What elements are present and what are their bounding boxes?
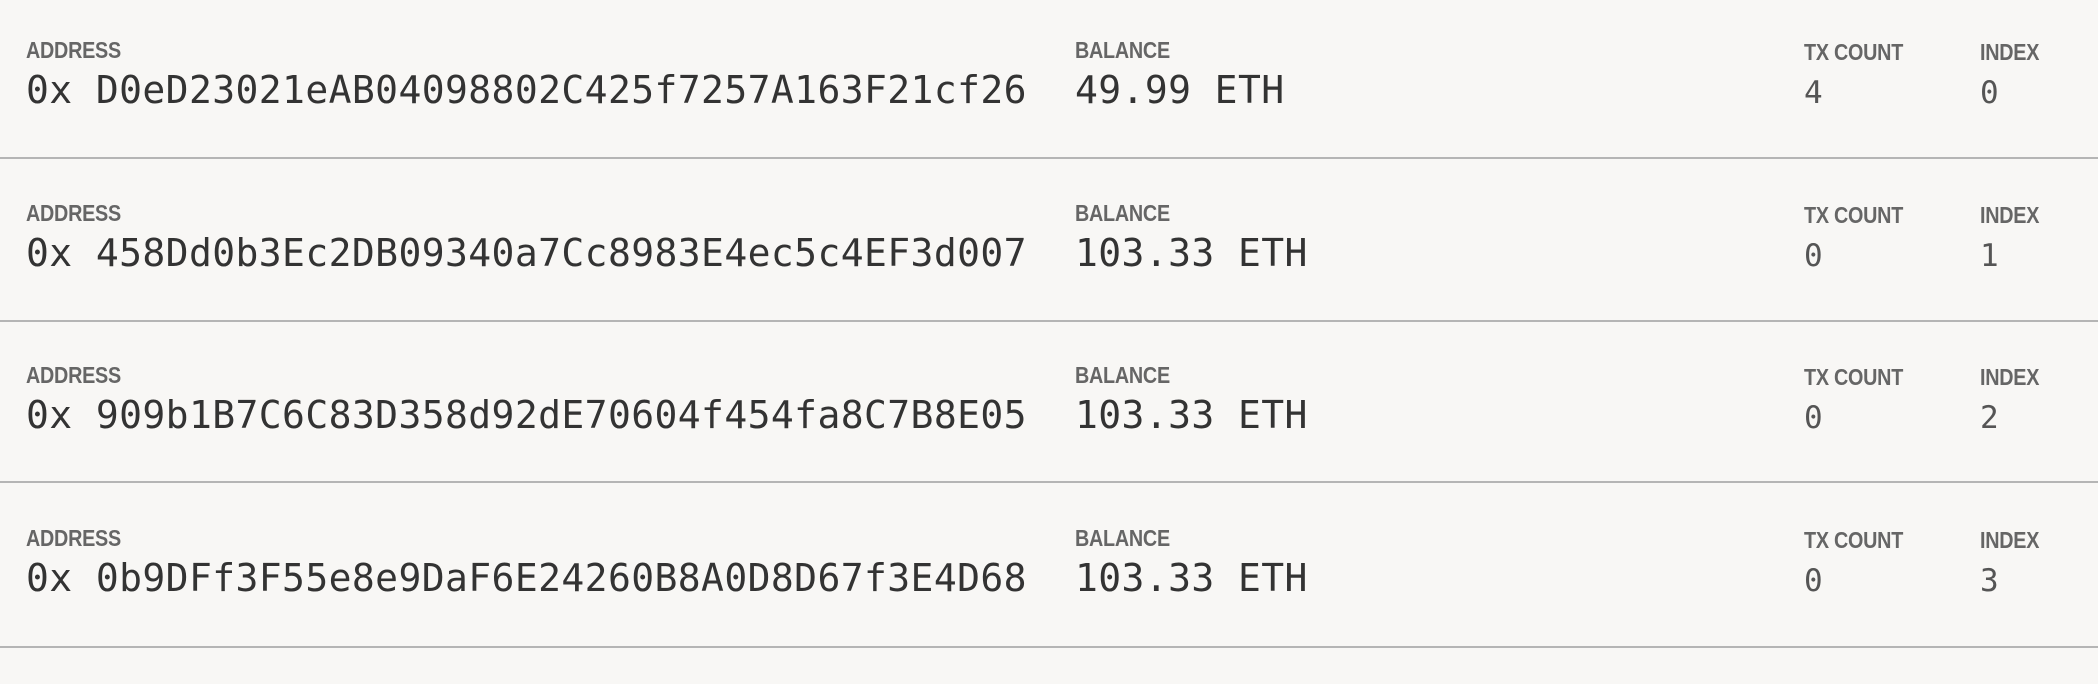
tx-count-value: 0: [1804, 563, 1823, 599]
address-value: 0x 0b9DFf3F55e8e9DaF6E24260B8A0D8D67f3E4…: [26, 556, 1027, 600]
index-value: 3: [1980, 563, 1999, 599]
balance-value: 103.33 ETH: [1075, 556, 1308, 600]
address-label: ADDRESS: [26, 37, 121, 63]
tx-count-label: TX COUNT: [1804, 364, 1904, 390]
balance-label: BALANCE: [1075, 37, 1170, 63]
tx-count-label: TX COUNT: [1804, 527, 1904, 553]
balance-cell: BALANCE 103.33 ETH: [1075, 322, 1308, 437]
account-list: ADDRESS 0x D0eD23021eAB04098802C425f7257…: [0, 0, 2098, 648]
tx-count-label: TX COUNT: [1804, 202, 1904, 228]
index-label: INDEX: [1980, 202, 2040, 228]
index-value: 0: [1980, 75, 1999, 111]
address-cell: ADDRESS 0x 458Dd0b3Ec2DB09340a7Cc8983E4e…: [26, 159, 1027, 275]
address-value: 0x 909b1B7C6C83D358d92dE70604f454fa8C7B8…: [26, 393, 1027, 437]
balance-label: BALANCE: [1075, 362, 1170, 388]
tx-count-cell: TX COUNT 0: [1804, 483, 1919, 599]
tx-count-value: 0: [1804, 238, 1823, 274]
index-value: 1: [1980, 238, 1999, 274]
tx-count-cell: TX COUNT 0: [1804, 159, 1919, 274]
address-cell: ADDRESS 0x 0b9DFf3F55e8e9DaF6E24260B8A0D…: [26, 483, 1027, 600]
tx-count-cell: TX COUNT 4: [1804, 0, 1919, 111]
address-label: ADDRESS: [26, 200, 121, 226]
account-row[interactable]: ADDRESS 0x 0b9DFf3F55e8e9DaF6E24260B8A0D…: [0, 483, 2098, 648]
balance-cell: BALANCE 49.99 ETH: [1075, 0, 1285, 112]
address-label: ADDRESS: [26, 525, 121, 551]
tx-count-value: 0: [1804, 400, 1823, 436]
address-value: 0x D0eD23021eAB04098802C425f7257A163F21c…: [26, 68, 1027, 112]
balance-cell: BALANCE 103.33 ETH: [1075, 483, 1308, 600]
balance-label: BALANCE: [1075, 525, 1170, 551]
address-value: 0x 458Dd0b3Ec2DB09340a7Cc8983E4ec5c4EF3d…: [26, 231, 1027, 275]
account-row[interactable]: ADDRESS 0x 909b1B7C6C83D358d92dE70604f45…: [0, 322, 2098, 483]
balance-cell: BALANCE 103.33 ETH: [1075, 159, 1308, 275]
index-cell: INDEX 1: [1980, 159, 2049, 274]
tx-count-value: 4: [1804, 75, 1823, 111]
balance-value: 49.99 ETH: [1075, 68, 1285, 112]
index-cell: INDEX 2: [1980, 322, 2049, 436]
tx-count-label: TX COUNT: [1804, 39, 1904, 65]
address-cell: ADDRESS 0x 909b1B7C6C83D358d92dE70604f45…: [26, 322, 1027, 437]
account-row[interactable]: ADDRESS 0x 458Dd0b3Ec2DB09340a7Cc8983E4e…: [0, 159, 2098, 322]
address-label: ADDRESS: [26, 362, 121, 388]
index-cell: INDEX 3: [1980, 483, 2049, 599]
balance-value: 103.33 ETH: [1075, 393, 1308, 437]
balance-label: BALANCE: [1075, 200, 1170, 226]
index-label: INDEX: [1980, 527, 2040, 553]
address-cell: ADDRESS 0x D0eD23021eAB04098802C425f7257…: [26, 0, 1027, 112]
account-row[interactable]: ADDRESS 0x D0eD23021eAB04098802C425f7257…: [0, 0, 2098, 159]
tx-count-cell: TX COUNT 0: [1804, 322, 1919, 436]
index-value: 2: [1980, 400, 1999, 436]
index-label: INDEX: [1980, 364, 2040, 390]
index-cell: INDEX 0: [1980, 0, 2049, 111]
balance-value: 103.33 ETH: [1075, 231, 1308, 275]
index-label: INDEX: [1980, 39, 2040, 65]
